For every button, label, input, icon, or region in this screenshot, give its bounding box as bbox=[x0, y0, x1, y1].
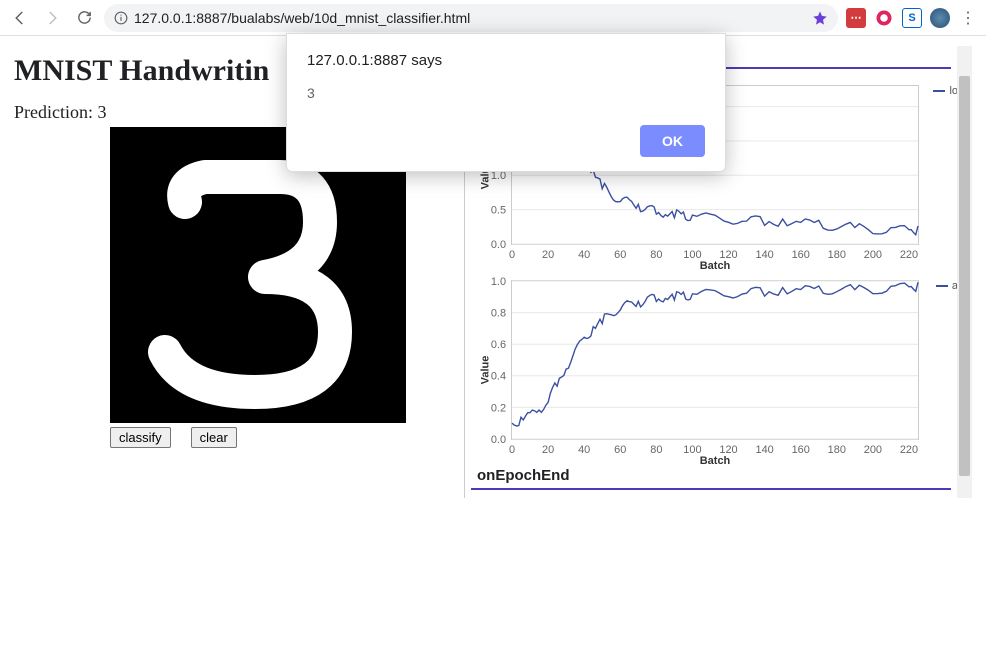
browser-menu-button[interactable]: ⋮ bbox=[958, 8, 978, 28]
clear-button[interactable]: clear bbox=[191, 427, 237, 448]
extension-icon[interactable] bbox=[874, 8, 894, 28]
back-button[interactable] bbox=[8, 6, 32, 30]
svg-text:0.8: 0.8 bbox=[491, 308, 506, 320]
alert-ok-button[interactable]: OK bbox=[640, 125, 705, 157]
svg-text:0.2: 0.2 bbox=[491, 402, 506, 414]
classify-button[interactable]: classify bbox=[110, 427, 171, 448]
extension-icon[interactable] bbox=[930, 8, 950, 28]
svg-text:0.0: 0.0 bbox=[491, 239, 506, 251]
epoch-section-header: onEpochEnd bbox=[471, 467, 951, 490]
extension-icon[interactable]: ⋯ bbox=[846, 8, 866, 28]
svg-text:0.0: 0.0 bbox=[491, 434, 506, 446]
address-bar[interactable]: 127.0.0.1:8887/bualabs/web/10d_mnist_cla… bbox=[104, 4, 838, 32]
bookmark-star-icon[interactable] bbox=[812, 10, 828, 26]
acc-chart: Value acc 0.00.20.40.60.81.0020406080100… bbox=[471, 272, 971, 467]
svg-text:0.5: 0.5 bbox=[491, 205, 506, 217]
svg-text:1.0: 1.0 bbox=[491, 170, 506, 182]
x-axis-label: Batch bbox=[511, 455, 919, 467]
browser-toolbar: 127.0.0.1:8887/bualabs/web/10d_mnist_cla… bbox=[0, 0, 986, 36]
svg-text:0.6: 0.6 bbox=[491, 339, 506, 351]
x-axis-label: Batch bbox=[511, 260, 919, 272]
svg-text:0.4: 0.4 bbox=[491, 371, 506, 383]
forward-button[interactable] bbox=[40, 6, 64, 30]
info-icon bbox=[114, 11, 128, 25]
reload-button[interactable] bbox=[72, 6, 96, 30]
svg-text:1.0: 1.0 bbox=[491, 276, 506, 288]
alert-dialog: 127.0.0.1:8887 says 3 OK bbox=[286, 33, 726, 172]
alert-title: 127.0.0.1:8887 says bbox=[307, 52, 705, 69]
url-text: 127.0.0.1:8887/bualabs/web/10d_mnist_cla… bbox=[134, 10, 806, 26]
y-axis-label: Value bbox=[479, 355, 491, 384]
scrollbar-thumb[interactable] bbox=[959, 76, 970, 476]
extension-icon[interactable]: S bbox=[902, 8, 922, 28]
alert-message: 3 bbox=[307, 85, 705, 101]
vertical-scrollbar[interactable] bbox=[957, 46, 972, 498]
